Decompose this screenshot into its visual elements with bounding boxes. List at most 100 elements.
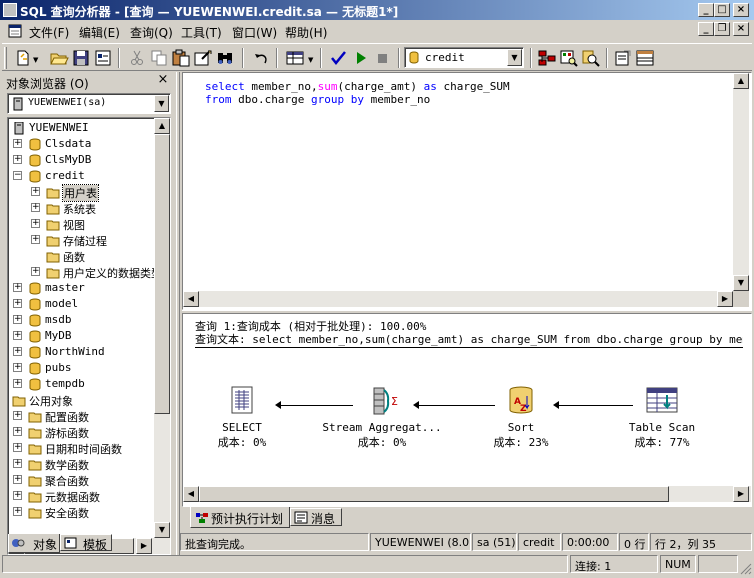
editor-hscroll-track[interactable] bbox=[183, 291, 733, 307]
child-close-button[interactable]: × bbox=[733, 22, 749, 36]
current-connection-properties-button[interactable] bbox=[612, 48, 634, 68]
object-search-button[interactable] bbox=[558, 48, 580, 68]
paste-button[interactable] bbox=[170, 48, 192, 68]
plan-node-stream-aggregate[interactable]: Σ Stream Aggregat... 成本: 0% bbox=[317, 386, 447, 450]
tree-item[interactable]: + 配置函数 bbox=[8, 408, 154, 424]
menu-help[interactable]: 帮助(H) bbox=[285, 24, 327, 41]
expand-icon[interactable]: + bbox=[13, 491, 22, 500]
collapse-icon[interactable]: − bbox=[13, 171, 22, 180]
tree-item[interactable]: 公用对象 bbox=[8, 392, 154, 408]
tree-item[interactable]: YUEWENWEI bbox=[8, 120, 154, 136]
tree-item[interactable]: + 用户表 bbox=[8, 184, 154, 202]
new-query-button[interactable] bbox=[12, 48, 34, 68]
tree-item[interactable]: + 数学函数 bbox=[8, 456, 154, 472]
tree-item[interactable]: + master bbox=[8, 280, 154, 296]
editor-vscroll-track[interactable] bbox=[733, 73, 749, 291]
maximize-button[interactable]: □ bbox=[714, 3, 730, 17]
tree-item[interactable]: + pubs bbox=[8, 360, 154, 376]
tree-item[interactable]: + Clsdata bbox=[8, 136, 154, 152]
plan-node-table-scan[interactable]: Table Scan 成本: 77% bbox=[619, 386, 705, 450]
results-dropdown-icon[interactable]: ▼ bbox=[308, 56, 313, 64]
tree-item[interactable]: + 游标函数 bbox=[8, 424, 154, 440]
parse-query-button[interactable] bbox=[328, 48, 350, 68]
tree-item[interactable]: + model bbox=[8, 296, 154, 312]
results-mode-button[interactable] bbox=[284, 48, 306, 68]
tree-item[interactable]: + 安全函数 bbox=[8, 504, 154, 520]
expand-icon[interactable]: + bbox=[31, 235, 40, 244]
child-restore-button[interactable]: ❐ bbox=[714, 22, 730, 36]
plan-scroll-right-button[interactable]: ▶ bbox=[733, 486, 749, 502]
tree-item[interactable]: + 元数据函数 bbox=[8, 488, 154, 504]
expand-icon[interactable]: + bbox=[13, 331, 22, 340]
open-button[interactable] bbox=[48, 48, 70, 68]
plan-node-sort[interactable]: AZ Sort 成本: 23% bbox=[487, 386, 555, 450]
insert-template-button[interactable] bbox=[92, 48, 114, 68]
expand-icon[interactable]: + bbox=[13, 507, 22, 516]
expand-icon[interactable]: + bbox=[13, 283, 22, 292]
expand-icon[interactable]: + bbox=[13, 427, 22, 436]
expand-icon[interactable]: + bbox=[13, 411, 22, 420]
tree-vscroll-thumb[interactable] bbox=[154, 134, 170, 414]
editor-scroll-right-button[interactable]: ▶ bbox=[717, 291, 733, 307]
show-results-pane-button[interactable] bbox=[634, 48, 656, 68]
menu-file[interactable]: 文件(F) bbox=[29, 24, 69, 41]
plan-hscroll-thumb[interactable] bbox=[199, 486, 669, 502]
expand-icon[interactable]: + bbox=[13, 459, 22, 468]
menu-tools[interactable]: 工具(T) bbox=[181, 24, 222, 41]
expand-icon[interactable]: + bbox=[13, 155, 22, 164]
tree-item[interactable]: + msdb bbox=[8, 312, 154, 328]
tree-item[interactable]: + NorthWind bbox=[8, 344, 154, 360]
tree-item[interactable]: + 用户定义的数据类型 bbox=[8, 264, 162, 280]
clear-window-button[interactable] bbox=[192, 48, 214, 68]
tree-item[interactable]: + 存储过程 bbox=[8, 232, 154, 248]
tree-item[interactable]: + 系统表 bbox=[8, 200, 154, 216]
expand-icon[interactable]: + bbox=[13, 363, 22, 372]
tree-item[interactable]: + ClsMyDB bbox=[8, 152, 154, 168]
database-select[interactable]: credit ▼ bbox=[404, 47, 524, 68]
server-select-arrow[interactable]: ▼ bbox=[154, 95, 169, 112]
expand-icon[interactable]: + bbox=[13, 299, 22, 308]
expand-icon[interactable]: + bbox=[13, 475, 22, 484]
object-browser-button[interactable] bbox=[536, 48, 558, 68]
find-button[interactable] bbox=[214, 48, 236, 68]
tree-item[interactable]: + MyDB bbox=[8, 328, 154, 344]
expand-icon[interactable]: + bbox=[13, 315, 22, 324]
database-select-arrow[interactable]: ▼ bbox=[507, 49, 522, 66]
tree-item[interactable]: + 视图 bbox=[8, 216, 154, 232]
tab-templates[interactable]: 模板 bbox=[60, 534, 112, 552]
expand-icon[interactable]: + bbox=[31, 203, 40, 212]
tree-item[interactable]: − credit bbox=[8, 168, 154, 184]
tab-messages[interactable]: 消息 bbox=[290, 508, 342, 526]
tab-objects[interactable]: 对象 bbox=[8, 534, 60, 553]
editor-scroll-down-button[interactable]: ▼ bbox=[733, 275, 749, 291]
search-button[interactable] bbox=[580, 48, 602, 68]
tree-item[interactable]: + 聚合函数 bbox=[8, 472, 154, 488]
menu-window[interactable]: 窗口(W) bbox=[232, 24, 277, 41]
tree-item[interactable]: + tempdb bbox=[8, 376, 154, 392]
tab-estimated-plan[interactable]: 预计执行计划 bbox=[190, 507, 290, 528]
vertical-splitter[interactable] bbox=[176, 72, 180, 556]
tree-scroll-up-button[interactable]: ▲ bbox=[154, 118, 170, 134]
editor-scroll-up-button[interactable]: ▲ bbox=[733, 73, 749, 89]
expand-icon[interactable]: + bbox=[13, 139, 22, 148]
child-minimize-button[interactable]: _ bbox=[698, 22, 714, 36]
cut-button[interactable] bbox=[126, 48, 148, 68]
plan-scroll-left-button[interactable]: ◀ bbox=[183, 486, 199, 502]
undo-button[interactable] bbox=[250, 48, 272, 68]
copy-button[interactable] bbox=[148, 48, 170, 68]
query-editor[interactable]: select member_no,sum(charge_amt) as char… bbox=[183, 73, 751, 309]
cancel-query-button[interactable] bbox=[372, 48, 394, 68]
expand-icon[interactable]: + bbox=[13, 443, 22, 452]
expand-icon[interactable]: + bbox=[31, 267, 40, 276]
resize-grip-icon[interactable] bbox=[740, 563, 752, 575]
editor-scroll-left-button[interactable]: ◀ bbox=[183, 291, 199, 307]
minimize-button[interactable]: _ bbox=[698, 3, 714, 17]
tree-item[interactable]: 函数 bbox=[8, 248, 154, 264]
object-browser-close-icon[interactable]: × bbox=[155, 73, 171, 88]
expand-icon[interactable]: + bbox=[13, 347, 22, 356]
server-select[interactable]: YUEWENWEI(sa) ▼ bbox=[7, 93, 171, 114]
expand-icon[interactable]: + bbox=[31, 187, 40, 196]
expand-icon[interactable]: + bbox=[13, 379, 22, 388]
plan-node-select[interactable]: SELECT 成本: 0% bbox=[211, 386, 273, 450]
tree-scroll-down-button[interactable]: ▼ bbox=[154, 522, 170, 538]
